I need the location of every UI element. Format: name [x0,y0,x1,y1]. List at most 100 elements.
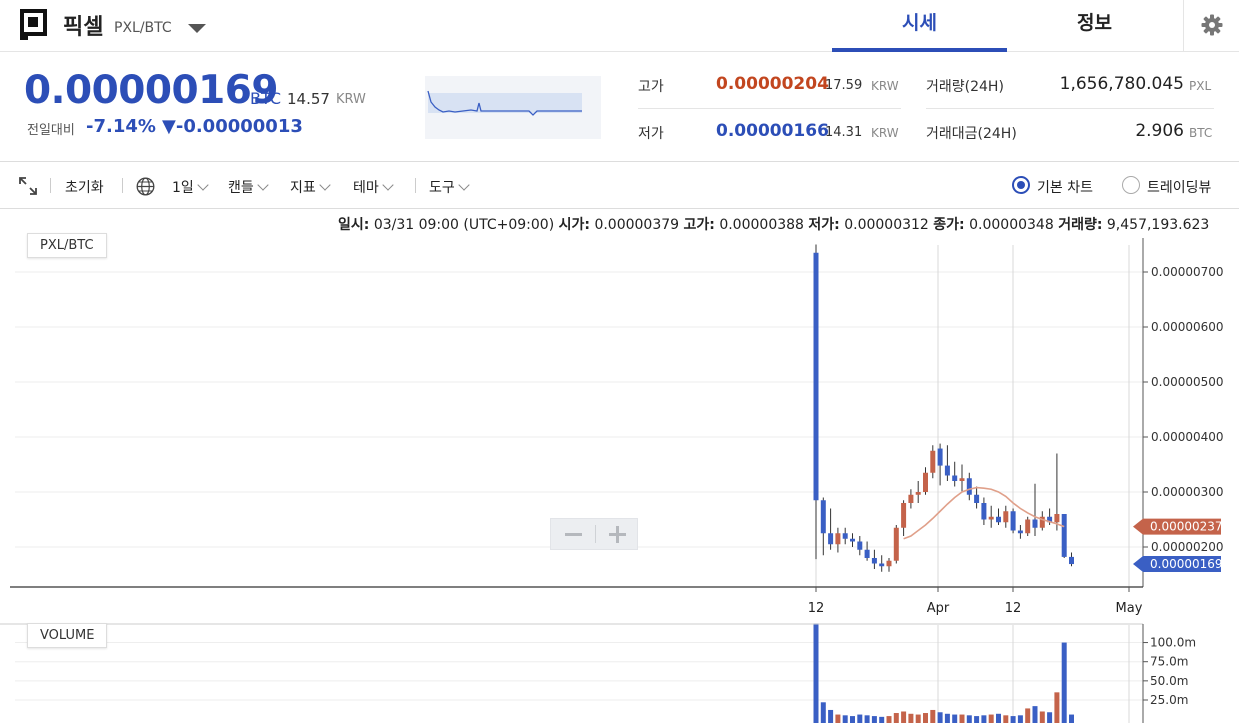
candle-body [886,560,892,567]
low-value: 0.00000166 [716,121,829,141]
candle-body [966,478,972,495]
candle-body [1003,511,1009,523]
amount-24h-unit: BTC [1189,126,1213,140]
fullscreen-icon[interactable] [19,177,37,195]
reset-button[interactable]: 초기화 [65,177,104,197]
basic-chart-radio[interactable] [1012,176,1030,194]
zoom-out-button[interactable] [551,519,595,549]
candle-body [908,494,914,503]
candle-body [1025,519,1031,534]
mini-price-chart [425,76,601,139]
coin-name: 픽셀 [63,15,104,40]
interval-dropdown[interactable]: 1일 [172,177,209,197]
volume-bar [1032,706,1038,723]
tab-info[interactable]: 정보 [1007,0,1182,52]
change-label: 전일대비 [27,123,75,138]
candle-body [820,500,826,534]
volume-bars [813,623,1074,723]
volume-bar [1069,714,1074,723]
ohlc-high-label: 고가: [683,217,715,233]
volume-bar [1010,716,1016,723]
candle-body [901,503,907,528]
candle-body [1010,511,1016,531]
volume-bar [871,716,877,723]
volume-bar [959,714,965,723]
tradingview-radio[interactable] [1122,176,1140,194]
x-tick-label: May [1116,601,1143,616]
candle-body [828,533,834,545]
candle-body [996,516,1001,523]
toolbar-divider [122,178,123,193]
candle-body [1039,516,1045,528]
tools-dropdown[interactable]: 도구 [429,177,470,197]
candle-body [923,472,928,492]
candle-body [915,492,921,495]
chevron-down-icon [257,179,269,191]
volume-bar [1061,642,1067,723]
volume-bar [923,713,928,723]
globe-icon[interactable] [136,177,155,196]
high-krw-unit: KRW [871,79,899,93]
candle-body [937,448,943,466]
gear-icon [1201,14,1223,36]
volume-tick-label: 25.0m [1150,693,1188,707]
y-tick-label: 0.00000700 [1151,265,1224,279]
candle-body [893,527,899,561]
candle-body [813,252,819,501]
volume-bar [930,709,936,723]
ohlc-low-value: 0.00000312 [844,217,929,233]
coin-dropdown-caret-icon[interactable] [188,24,206,33]
theme-dropdown[interactable]: 테마 [353,177,394,197]
volume-tick-label: 75.0m [1150,655,1188,669]
pixel-logo-icon [20,9,47,40]
price-panel-label: PXL/BTC [27,233,107,258]
low-krw-unit: KRW [871,126,899,140]
price-summary: 0.00000169 BTC 14.57 KRW 전일대비 -7.14% ▼-0… [0,52,1239,162]
change-percent: -7.14% [86,116,156,137]
zoom-control [550,518,638,550]
basic-chart-label[interactable]: 기본 차트 [1037,177,1093,197]
candle-body [981,503,987,520]
toolbar-divider [415,178,416,193]
price-tag-label: 0.00000169 [1150,557,1223,571]
tab-market-price[interactable]: 시세 [832,0,1007,52]
volume-bar [828,709,834,723]
x-tick-label: Apr [927,601,950,616]
chart-vertical-lines [815,245,1130,723]
price-tag [1133,518,1221,535]
volume-bar [864,715,870,723]
candle-body [952,475,958,481]
chevron-down-icon [319,179,331,191]
volume-bar [1047,712,1053,723]
coin-pair: PXL/BTC [114,20,172,36]
ohlc-low-label: 저가: [808,217,840,233]
candle-body [1047,516,1053,523]
chart-axes: 0.00000700 0.00000600 0.00000500 0.00000400… [0,238,1224,723]
volume-bar [879,716,885,723]
tradingview-label[interactable]: 트레이딩뷰 [1147,177,1211,197]
indicator-dropdown[interactable]: 지표 [290,177,331,197]
volume-bar [842,715,848,723]
volume-bar [901,711,907,723]
divider [638,108,901,109]
volume-bar [893,713,899,723]
candles [813,244,1074,572]
volume-bar [974,716,980,723]
ohlc-open-value: 0.00000379 [594,217,680,233]
volume-bar [1054,692,1060,723]
change-absolute: ▼-0.00000013 [162,116,303,137]
zoom-in-button[interactable] [596,519,639,549]
ohlc-volume-value: 9,457,193.623 [1106,217,1210,233]
settings-button[interactable] [1183,0,1239,52]
ohlc-close-value: 0.00000348 [969,217,1054,233]
volume-bar [981,715,987,723]
chart-grid [15,271,1143,701]
candle-dropdown[interactable]: 캔들 [228,177,269,197]
current-price: 0.00000169 [24,68,279,113]
volume-bar [835,714,841,723]
price-tag-label: 0.00000237 [1150,520,1223,534]
ohlc-date-value: 03/31 09:00 (UTC+09:00) [373,217,555,233]
interval-label: 1일 [172,180,194,196]
volume-bar [850,716,855,723]
top-bar: 픽셀 PXL/BTC 시세 정보 [0,0,1239,52]
